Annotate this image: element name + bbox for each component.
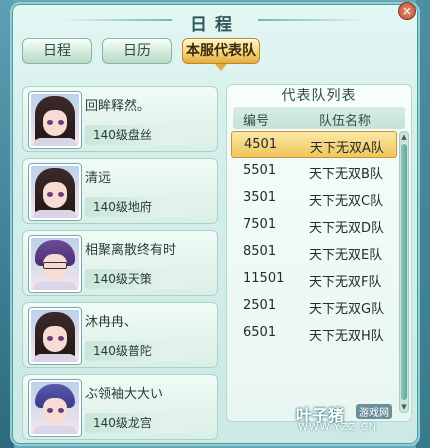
scroll-up-icon[interactable]: ▲: [400, 132, 408, 142]
team-number: 7501: [243, 217, 277, 232]
team-number: 8501: [243, 244, 277, 259]
team-number: 4501: [244, 137, 278, 152]
watermark-badge: 游戏网: [356, 404, 392, 419]
tab-server-team[interactable]: 本服代表队: [182, 38, 260, 71]
team-name: 天下无双B队: [309, 167, 383, 182]
table-row[interactable]: 4501 天下无双A队: [231, 131, 397, 158]
team-name: 天下无双H队: [309, 329, 384, 344]
table-row[interactable]: 11501 天下无双F队: [231, 266, 397, 293]
team-list-title: 代表队列表: [281, 88, 357, 104]
team-name: 天下无双F队: [309, 275, 382, 290]
table-row[interactable]: 2501 天下无双G队: [231, 293, 397, 320]
member-card[interactable]: 沐冉冉、 140级普陀: [22, 302, 218, 368]
team-list-header: 编号 队伍名称: [233, 107, 405, 129]
member-name: 回眸释然。: [85, 99, 151, 114]
member-level: 140级普陀: [85, 341, 205, 361]
member-list: 回眸释然。 140级盘丝 清远 140级地府 相聚离散终有时 140级天策 沐冉…: [22, 86, 218, 448]
team-number: 2501: [243, 298, 277, 313]
team-number: 6501: [243, 325, 277, 340]
member-name: 相聚离散终有时: [85, 243, 177, 258]
team-name: 天下无双C队: [309, 194, 384, 209]
table-row[interactable]: 8501 天下无双E队: [231, 239, 397, 266]
avatar: [29, 164, 81, 220]
column-header-team: 队伍名称: [319, 114, 372, 129]
team-name: 天下无双G队: [309, 302, 385, 317]
team-list-scrollbar[interactable]: ▲ ▼: [399, 131, 409, 413]
member-level: 140级地府: [85, 197, 205, 217]
scroll-thumb[interactable]: [401, 144, 407, 400]
team-number: 3501: [243, 190, 277, 205]
member-card[interactable]: 相聚离散终有时 140级天策: [22, 230, 218, 296]
site-watermark: 叶子猪 游戏网 WWW.YZZ.CN: [296, 402, 416, 438]
watermark-url: WWW.YZZ.CN: [298, 422, 378, 433]
title-ornament-right: [258, 19, 368, 21]
member-card[interactable]: ぶ领袖大大い 140级龙宫: [22, 374, 218, 440]
team-number: 5501: [243, 163, 277, 178]
window-title: 日程: [190, 15, 240, 35]
avatar: [29, 92, 81, 148]
team-number: 11501: [243, 271, 285, 286]
member-level: 140级龙宫: [85, 413, 205, 433]
member-name: ぶ领袖大大い: [85, 387, 164, 402]
tab-calendar[interactable]: 日历: [102, 38, 172, 64]
member-name: 沐冉冉、: [85, 315, 138, 330]
tab-schedule[interactable]: 日程: [22, 38, 92, 64]
avatar: [29, 308, 81, 364]
title-bar: 日程 ×: [12, 2, 418, 35]
table-row[interactable]: 3501 天下无双C队: [231, 185, 397, 212]
avatar: [29, 236, 81, 292]
member-card[interactable]: 回眸释然。 140级盘丝: [22, 86, 218, 152]
tab-bar: 日程 日历 本服代表队: [22, 38, 260, 71]
table-row[interactable]: 6501 天下无双H队: [231, 320, 397, 347]
team-rows: 4501 天下无双A队 5501 天下无双B队 3501 天下无双C队 7501 天下无…: [231, 131, 397, 347]
team-name: 天下无双A队: [310, 141, 384, 156]
member-card[interactable]: 清远 140级地府: [22, 158, 218, 224]
schedule-window: 日程 × 日程 日历 本服代表队 回眸释然。 140级盘丝 清远 140级地府 …: [10, 2, 420, 446]
column-header-number: 编号: [243, 114, 270, 129]
team-list-panel: 代表队列表 编号 队伍名称 4501 天下无双A队 5501 天下无双B队 3501…: [226, 84, 412, 422]
team-name: 天下无双E队: [309, 248, 383, 263]
close-button[interactable]: ×: [398, 2, 416, 20]
member-level: 140级天策: [85, 269, 205, 289]
team-name: 天下无双D队: [309, 221, 385, 236]
member-name: 清远: [85, 171, 112, 186]
table-row[interactable]: 5501 天下无双B队: [231, 158, 397, 185]
member-level: 140级盘丝: [85, 125, 205, 145]
avatar: [29, 380, 81, 436]
table-row[interactable]: 7501 天下无双D队: [231, 212, 397, 239]
